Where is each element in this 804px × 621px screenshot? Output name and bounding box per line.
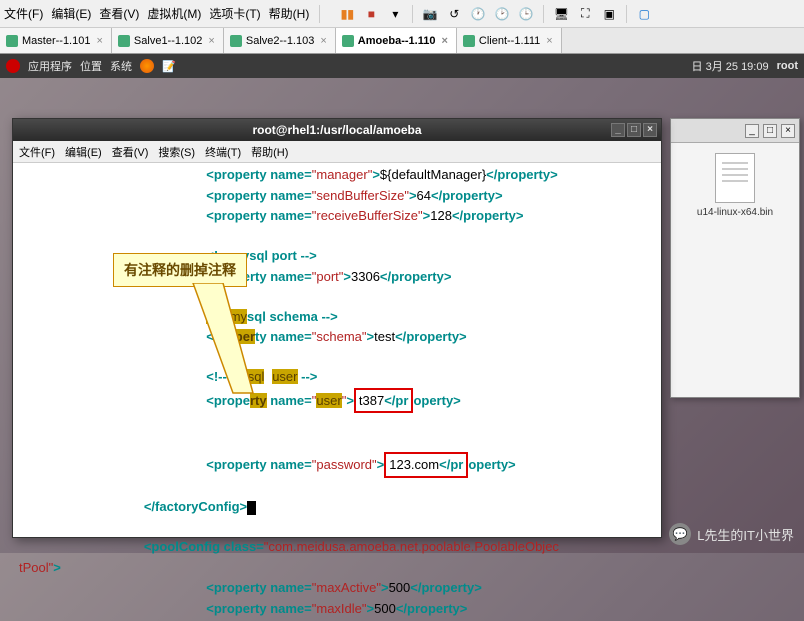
gnome-places[interactable]: 位置 [80, 58, 102, 74]
firefox-icon[interactable] [140, 59, 154, 73]
snapshot-icon[interactable]: 📷 [421, 5, 439, 23]
maximize-button[interactable]: □ [627, 123, 641, 137]
term-menu-view[interactable]: 查看(V) [112, 144, 149, 160]
close-button[interactable]: × [781, 124, 795, 138]
menu-edit[interactable]: 编辑(E) [51, 5, 91, 22]
monitor-icon [118, 35, 130, 47]
file-name: u14-linux-x64.bin [675, 207, 795, 218]
tab-salve2[interactable]: Salve2--1.103× [224, 28, 336, 53]
file-icon [715, 153, 755, 203]
gnome-apps[interactable]: 应用程序 [28, 58, 72, 74]
window-icon[interactable]: ▢ [635, 5, 653, 23]
pause-icon[interactable]: ▮▮ [338, 5, 356, 23]
terminal-title: root@rhel1:/usr/local/amoeba [252, 123, 421, 137]
menu-help[interactable]: 帮助(H) [269, 5, 310, 22]
term-menu-terminal[interactable]: 终端(T) [205, 144, 241, 160]
close-icon[interactable]: × [439, 35, 449, 47]
maximize-button[interactable]: □ [763, 124, 777, 138]
tab-label: Amoeba--1.110 [358, 35, 436, 47]
clock3-icon[interactable]: 🕒 [517, 5, 535, 23]
term-menu-help[interactable]: 帮助(H) [251, 144, 288, 160]
menu-view[interactable]: 查看(V) [99, 5, 139, 22]
tab-label: Salve1--1.102 [134, 35, 203, 47]
vm-tabs: Master--1.101× Salve1--1.102× Salve2--1.… [0, 28, 804, 54]
callout-arrow-icon [183, 283, 273, 403]
clock2-icon[interactable]: 🕑 [493, 5, 511, 23]
menu-tabs[interactable]: 选项卡(T) [209, 5, 260, 22]
stop-icon[interactable]: ■ [362, 5, 380, 23]
tab-master[interactable]: Master--1.101 × [0, 28, 112, 53]
notes-icon[interactable]: 📝 [162, 60, 176, 73]
tab-label: Salve2--1.103 [246, 35, 315, 47]
dropdown-icon[interactable]: ▾ [386, 5, 404, 23]
terminal-titlebar: root@rhel1:/usr/local/amoeba _ □ × [13, 119, 661, 141]
minimize-button[interactable]: _ [611, 123, 625, 137]
close-icon[interactable]: × [94, 35, 104, 47]
watermark: 💬 L先生的IT小世界 [669, 523, 794, 545]
watermark-text: L先生的IT小世界 [697, 525, 794, 544]
desktop: _ □ × u14-linux-x64.bin root@rhel1:/usr/… [0, 78, 804, 553]
term-menu-edit[interactable]: 编辑(E) [65, 144, 102, 160]
gnome-date[interactable]: 日 3月 25 19:09 [692, 58, 769, 74]
tab-amoeba[interactable]: Amoeba--1.110× [336, 28, 457, 53]
terminal-content[interactable]: <property name="manager">${defaultManage… [13, 163, 661, 621]
terminal-menu: 文件(F) 编辑(E) 查看(V) 搜索(S) 终端(T) 帮助(H) [13, 141, 661, 163]
clock1-icon[interactable]: 🕐 [469, 5, 487, 23]
revert-icon[interactable]: ↺ [445, 5, 463, 23]
redhat-icon[interactable] [6, 59, 20, 73]
monitor-icon [463, 35, 475, 47]
callout-text: 有注释的删掉注释 [113, 253, 247, 287]
wechat-icon: 💬 [669, 523, 691, 545]
file-item[interactable]: u14-linux-x64.bin [671, 143, 799, 228]
close-icon[interactable]: × [318, 35, 328, 47]
main-menubar: 文件(F) 编辑(E) 查看(V) 虚拟机(M) 选项卡(T) 帮助(H) ▮▮… [0, 0, 804, 28]
monitor-icon[interactable]: 🖥 [552, 5, 570, 23]
tab-label: Client--1.111 [479, 35, 540, 47]
tab-salve1[interactable]: Salve1--1.102× [112, 28, 224, 53]
close-icon[interactable]: × [206, 35, 216, 47]
unity-icon[interactable]: ▣ [600, 5, 618, 23]
terminal-window[interactable]: root@rhel1:/usr/local/amoeba _ □ × 文件(F)… [12, 118, 662, 538]
term-menu-search[interactable]: 搜索(S) [158, 144, 195, 160]
titlebar: _ □ × [671, 119, 799, 143]
gnome-system[interactable]: 系统 [110, 58, 132, 74]
close-icon[interactable]: × [544, 35, 554, 47]
tab-label: Master--1.101 [22, 35, 90, 47]
gnome-user[interactable]: root [777, 60, 798, 72]
monitor-icon [342, 35, 354, 47]
monitor-icon [6, 35, 18, 47]
minimize-button[interactable]: _ [745, 124, 759, 138]
term-menu-file[interactable]: 文件(F) [19, 144, 55, 160]
menu-vm[interactable]: 虚拟机(M) [147, 5, 201, 22]
annotation-callout: 有注释的删掉注释 [113, 253, 247, 287]
close-button[interactable]: × [643, 123, 657, 137]
menu-file[interactable]: 文件(F) [4, 5, 43, 22]
cursor [247, 501, 256, 515]
fullscr-icon[interactable]: ⛶ [576, 5, 594, 23]
file-manager-window[interactable]: _ □ × u14-linux-x64.bin [670, 118, 800, 398]
gnome-panel: 应用程序 位置 系统 📝 日 3月 25 19:09 root [0, 54, 804, 78]
monitor-icon [230, 35, 242, 47]
tab-client[interactable]: Client--1.111 × [457, 28, 562, 53]
